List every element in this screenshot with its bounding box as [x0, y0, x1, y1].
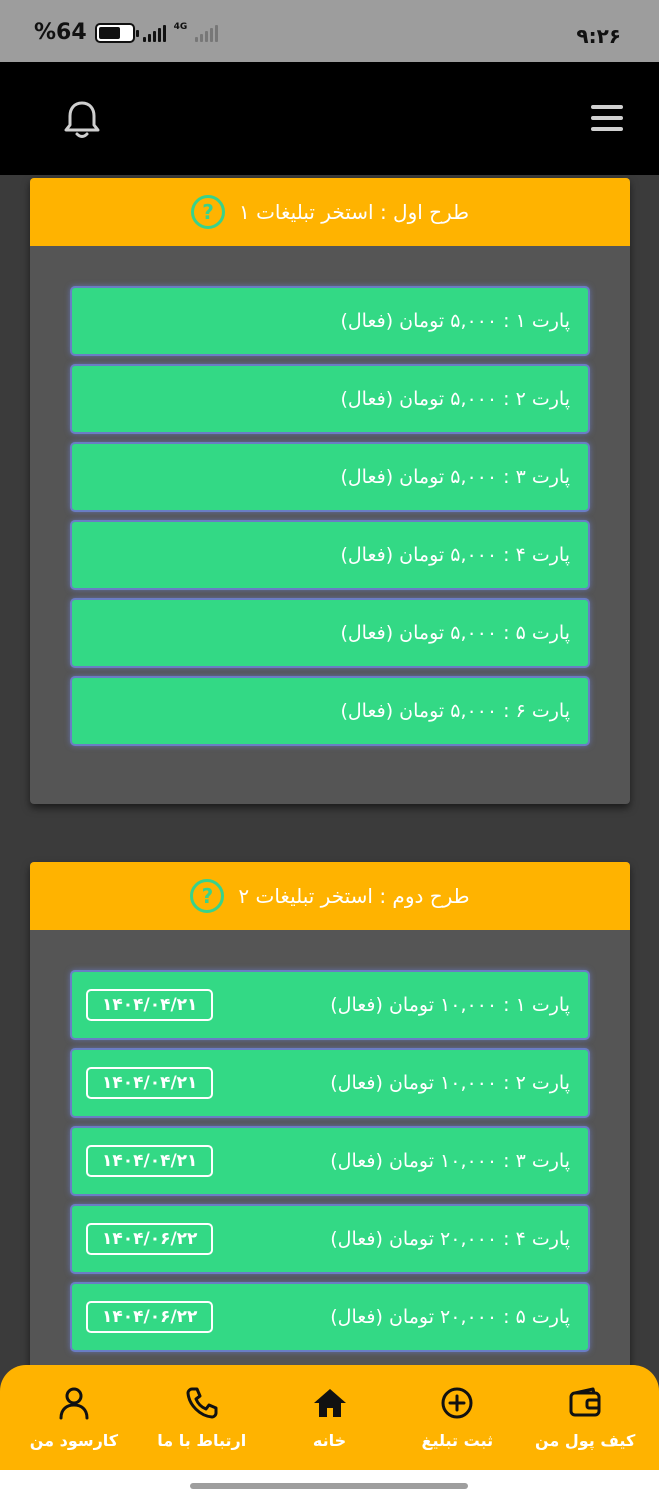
plan-parts-list: پارت ۱ : ۵,۰۰۰ تومان (فعال) پارت ۲ : ۵,۰… [30, 246, 630, 746]
help-icon[interactable]: ? [190, 879, 225, 913]
bell-icon[interactable] [60, 98, 104, 142]
battery-percent: %64 [34, 20, 87, 45]
part-row[interactable]: پارت ۳ : ۵,۰۰۰ تومان (فعال) [70, 442, 590, 512]
part-label: پارت ۶ : ۵,۰۰۰ تومان (فعال) [340, 700, 570, 722]
nav-label: ارتباط با ما [157, 1431, 247, 1450]
help-icon[interactable]: ? [191, 195, 225, 229]
plan-header-1: طرح اول : استخر تبلیغات ۱ ? [30, 178, 630, 246]
part-label: پارت ۱ : ۱۰,۰۰۰ تومان (فعال) [330, 994, 570, 1016]
nav-profile[interactable]: کارسود من [14, 1385, 134, 1450]
part-row[interactable]: پارت ۲ : ۵,۰۰۰ تومان (فعال) [70, 364, 590, 434]
network-type: 4G [173, 21, 188, 32]
part-label: پارت ۴ : ۲۰,۰۰۰ تومان (فعال) [330, 1228, 570, 1250]
part-row[interactable]: پارت ۴ : ۲۰,۰۰۰ تومان (فعال) ۱۴۰۴/۰۶/۲۲ [70, 1204, 590, 1274]
phone-icon [186, 1387, 218, 1419]
part-row[interactable]: پارت ۱ : ۵,۰۰۰ تومان (فعال) [70, 286, 590, 356]
bottom-nav: کیف پول من ثبت تبلیغ خانه ارتباط با ما ک… [0, 1365, 659, 1470]
nav-home[interactable]: خانه [270, 1385, 390, 1450]
date-badge: ۱۴۰۴/۰۴/۲۱ [86, 1145, 214, 1177]
part-label: پارت ۵ : ۵,۰۰۰ تومان (فعال) [340, 622, 570, 644]
home-icon [313, 1389, 346, 1417]
part-label: پارت ۱ : ۵,۰۰۰ تومان (فعال) [340, 310, 570, 332]
wallet-icon [569, 1387, 601, 1417]
part-row[interactable]: پارت ۵ : ۵,۰۰۰ تومان (فعال) [70, 598, 590, 668]
nav-wallet[interactable]: کیف پول من [525, 1385, 645, 1450]
signal-icon [142, 24, 166, 42]
part-row[interactable]: پارت ۵ : ۲۰,۰۰۰ تومان (فعال) ۱۴۰۴/۰۶/۲۲ [70, 1282, 590, 1352]
nav-label: کارسود من [29, 1431, 119, 1450]
plan-title: طرح اول : استخر تبلیغات ۱ [239, 200, 470, 224]
plan-header-2: طرح دوم : استخر تبلیغات ۲ ? [30, 862, 630, 930]
part-row[interactable]: پارت ۱ : ۱۰,۰۰۰ تومان (فعال) ۱۴۰۴/۰۴/۲۱ [70, 970, 590, 1040]
plan-parts-list: پارت ۱ : ۱۰,۰۰۰ تومان (فعال) ۱۴۰۴/۰۴/۲۱ … [30, 930, 630, 1352]
part-row[interactable]: پارت ۴ : ۵,۰۰۰ تومان (فعال) [70, 520, 590, 590]
battery-icon [94, 22, 139, 43]
date-badge: ۱۴۰۴/۰۶/۲۲ [86, 1301, 214, 1333]
gesture-bar[interactable] [190, 1483, 468, 1489]
part-row[interactable]: پارت ۳ : ۱۰,۰۰۰ تومان (فعال) ۱۴۰۴/۰۴/۲۱ [70, 1126, 590, 1196]
plan-card-2: طرح دوم : استخر تبلیغات ۲ ? پارت ۱ : ۱۰,… [30, 862, 630, 1382]
menu-icon[interactable] [591, 105, 623, 131]
nav-label: خانه [312, 1431, 347, 1450]
signal-icon-2 [195, 24, 219, 42]
part-label: پارت ۴ : ۵,۰۰۰ تومان (فعال) [340, 544, 570, 566]
nav-label: کیف پول من [534, 1431, 636, 1450]
app-header [0, 62, 659, 175]
plus-circle-icon [441, 1387, 473, 1419]
nav-label: ثبت تبلیغ [421, 1431, 494, 1450]
status-left: %64 4G [34, 20, 219, 45]
part-label: پارت ۲ : ۵,۰۰۰ تومان (فعال) [340, 388, 570, 410]
nav-contact[interactable]: ارتباط با ما [142, 1385, 262, 1450]
nav-add-ad[interactable]: ثبت تبلیغ [397, 1385, 517, 1450]
part-label: پارت ۵ : ۲۰,۰۰۰ تومان (فعال) [330, 1306, 570, 1328]
part-label: پارت ۳ : ۱۰,۰۰۰ تومان (فعال) [330, 1150, 570, 1172]
user-icon [59, 1387, 89, 1420]
part-row[interactable]: پارت ۶ : ۵,۰۰۰ تومان (فعال) [70, 676, 590, 746]
part-label: پارت ۳ : ۵,۰۰۰ تومان (فعال) [340, 466, 570, 488]
date-badge: ۱۴۰۴/۰۶/۲۲ [86, 1223, 214, 1255]
part-label: پارت ۲ : ۱۰,۰۰۰ تومان (فعال) [330, 1072, 570, 1094]
plan-card-1: طرح اول : استخر تبلیغات ۱ ? پارت ۱ : ۵,۰… [30, 178, 630, 804]
clock: ۹:۲۶ [576, 24, 621, 48]
plan-title: طرح دوم : استخر تبلیغات ۲ [238, 884, 470, 908]
date-badge: ۱۴۰۴/۰۴/۲۱ [86, 1067, 214, 1099]
part-row[interactable]: پارت ۲ : ۱۰,۰۰۰ تومان (فعال) ۱۴۰۴/۰۴/۲۱ [70, 1048, 590, 1118]
date-badge: ۱۴۰۴/۰۴/۲۱ [86, 989, 214, 1021]
status-bar: %64 4G ۹:۲۶ [0, 0, 659, 62]
